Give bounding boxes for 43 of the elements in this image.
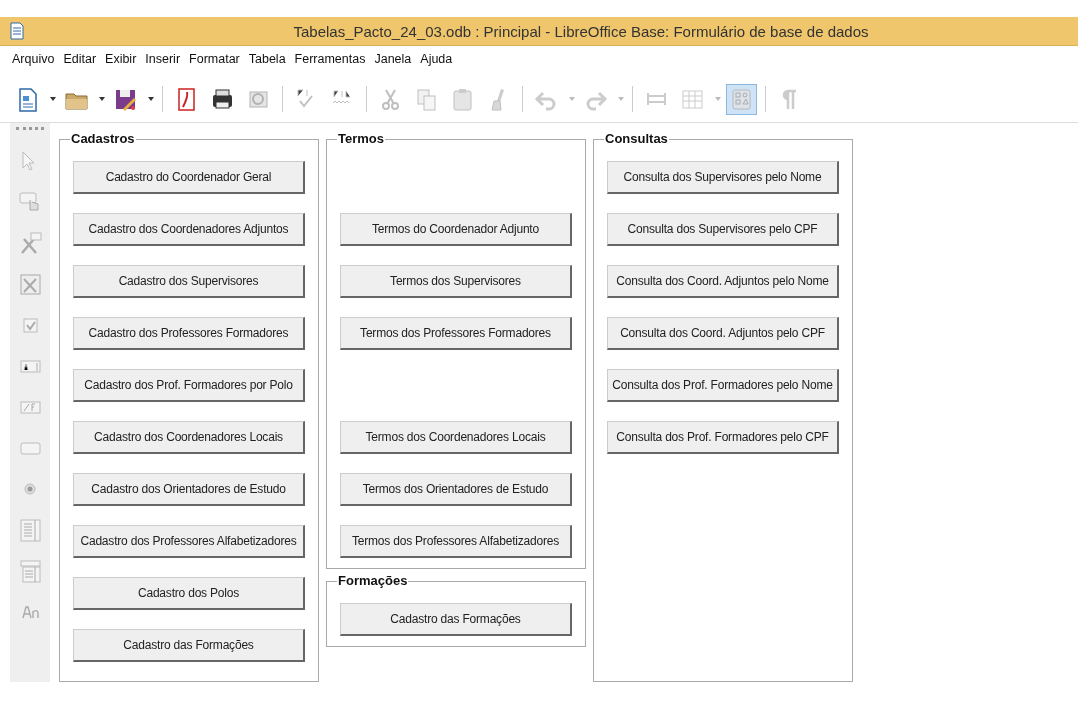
combo-box-icon[interactable] [17,559,43,584]
menu-item[interactable]: Ferramentas [294,52,366,72]
form-button[interactable]: Cadastro dos Supervisores [73,265,305,298]
list-box-icon[interactable] [17,518,43,543]
window-title: Tabelas_Pacto_24_03.odb : Principal - LibreOffice Base: Formulário de base de dados [292,22,870,40]
form-button[interactable]: Termos dos Supervisores [340,265,572,298]
group-title: Formações [337,573,409,589]
dropdown-caret-icon[interactable] [99,97,105,101]
form-button[interactable]: Cadastro dos Professores Alfabetizadores [73,525,305,558]
menu-item[interactable]: Tabela [248,52,286,72]
form-button[interactable]: Cadastro dos Polos [73,577,305,610]
form-button[interactable]: Consulta dos Coord. Adjuntos pelo Nome [607,265,839,298]
form-button[interactable]: Termos dos Professores Formadores [340,317,572,350]
form-button[interactable]: Termos dos Orientadores de Estudo [340,473,572,506]
menu-item[interactable]: Exibir [105,52,137,72]
form-button[interactable]: Cadastro dos Orientadores de Estudo [73,473,305,506]
menu-item[interactable]: Inserir [145,52,181,72]
form-button[interactable]: Termos do Coordenador Adjunto [340,213,572,246]
form-button[interactable]: Cadastro dos Coordenadores Adjuntos [73,213,305,246]
form-button[interactable]: Consulta dos Supervisores pelo CPF [607,213,839,246]
menu-item[interactable]: Ajuda [420,52,453,72]
menu-item[interactable]: Formatar [189,52,240,72]
menu-item[interactable]: Arquivo [12,52,55,72]
form-button[interactable]: Consulta dos Prof. Formadores pelo Nome [607,369,839,402]
form-button[interactable]: Cadastro dos Coordenadores Locais [73,421,305,454]
printer-icon[interactable] [210,86,235,112]
menu-item[interactable]: Editar [63,52,97,72]
dropdown-caret-icon[interactable] [148,97,154,101]
app-document-icon[interactable] [10,22,24,40]
form-button[interactable]: Cadastro das Formações [73,629,305,662]
form-button[interactable]: Cadastro das Formações [340,603,572,636]
form-button[interactable]: Consulta dos Supervisores pelo Nome [607,161,839,194]
form-button[interactable]: Termos dos Coordenadores Locais [340,421,572,454]
form-button[interactable]: Consulta dos Prof. Formadores pelo CPF [607,421,839,454]
form-button[interactable]: Consulta dos Coord. Adjuntos pelo CPF [607,317,839,350]
menu-item[interactable]: Janela [374,52,412,72]
form-button[interactable]: Cadastro do Coordenador Geral [73,161,305,194]
form-button[interactable]: Termos dos Professores Alfabetizadores [340,525,572,558]
form-button[interactable]: Cadastro dos Professores Formadores [73,317,305,350]
dropdown-caret-icon[interactable] [50,97,56,101]
wizard-icon[interactable] [17,272,43,297]
form-button[interactable]: Cadastro dos Prof. Formadores por Polo [73,369,305,402]
toolbar-grip[interactable] [16,127,44,133]
